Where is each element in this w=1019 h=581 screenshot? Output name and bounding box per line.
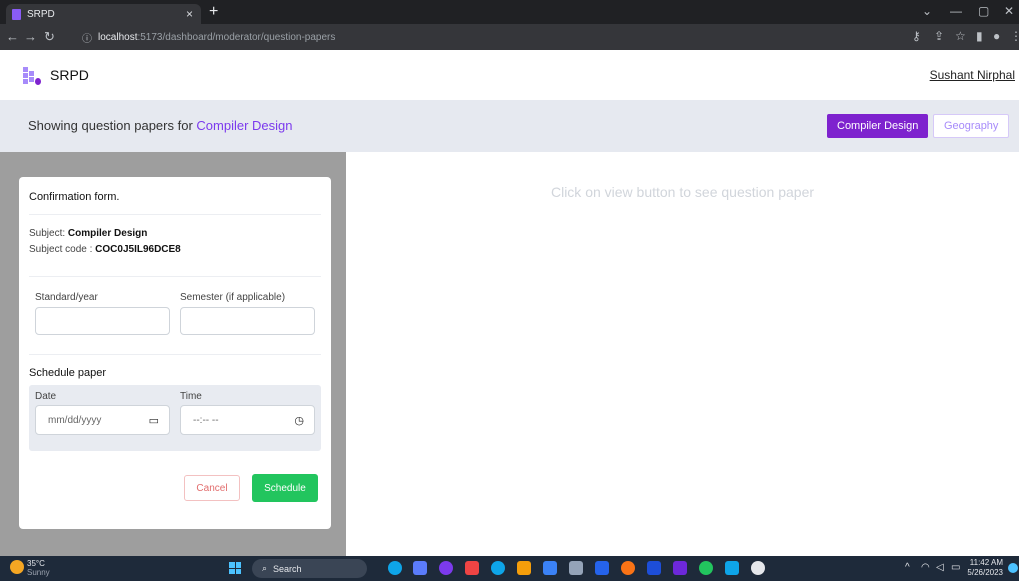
star-icon[interactable]: ☆ xyxy=(955,29,966,43)
back-icon[interactable]: ← xyxy=(6,29,19,44)
edge-icon[interactable] xyxy=(491,561,505,575)
chevron-up-icon[interactable]: ^ xyxy=(905,562,910,573)
tab-title: SRPD xyxy=(27,8,55,20)
browser-tab[interactable]: SRPD × xyxy=(6,4,201,24)
standard-label: Standard/year xyxy=(35,292,98,303)
clock-icon[interactable]: ◷ xyxy=(294,414,304,427)
calendar-icon[interactable]: ▭ xyxy=(149,414,159,427)
taskbar-clock[interactable]: 11:42 AM 5/26/2023 xyxy=(963,558,1003,578)
schedule-title: Schedule paper xyxy=(29,367,107,379)
windows-start-icon[interactable] xyxy=(229,562,241,574)
search-label: Search xyxy=(273,563,302,574)
viewer-placeholder-message: Click on view button to see question pap… xyxy=(550,184,815,200)
reload-icon[interactable]: ↻ xyxy=(44,29,55,45)
app-header: SRPD Sushant Nirphal xyxy=(0,50,1019,100)
address-bar: ← → ↻ ⓘ localhost:5173/dashboard/moderat… xyxy=(0,24,1019,50)
logo-icon xyxy=(23,67,41,85)
profile-icon[interactable]: ● xyxy=(993,29,1000,43)
user-name-link[interactable]: Sushant Nirphal xyxy=(930,68,1015,82)
weather-widget[interactable]: 35°C Sunny xyxy=(27,559,50,577)
clock-date: 5/26/2023 xyxy=(967,568,1003,577)
tab-search-icon[interactable]: ⌄ xyxy=(922,4,932,18)
onenote-icon[interactable] xyxy=(673,561,687,575)
weather-condition: Sunny xyxy=(27,568,50,577)
favicon-icon xyxy=(12,8,21,20)
url-path: :5173/dashboard/moderator/question-paper… xyxy=(137,31,336,43)
sidepanel-icon[interactable]: ▮ xyxy=(976,29,983,43)
whatsapp-icon[interactable] xyxy=(699,561,713,575)
browser-tab-bar: SRPD × + ⌄ — ▢ ✕ xyxy=(0,0,1019,24)
divider xyxy=(29,214,321,215)
brand-name: SRPD xyxy=(50,67,89,83)
subject-code-label: Subject code : xyxy=(29,244,93,255)
url-host: localhost xyxy=(98,31,138,43)
share-icon[interactable]: ⇪ xyxy=(934,29,944,43)
subject-info: Subject: Compiler Design xyxy=(29,228,147,239)
subject-label: Subject: xyxy=(29,228,66,239)
divider xyxy=(29,354,321,355)
subject-code-value: COC0J5IL96DCE8 xyxy=(95,244,181,255)
os-taskbar: 35°C Sunny ⌕ Search ^ ◠ ◁ ▭ 11:42 AM 5/2… xyxy=(0,556,1019,581)
menu-icon[interactable]: ⋮ xyxy=(1010,29,1019,43)
app-icon-2[interactable] xyxy=(413,561,427,575)
minimize-icon[interactable]: — xyxy=(950,4,962,18)
store-icon[interactable] xyxy=(569,561,583,575)
subject-bar: Showing question papers for Compiler Des… xyxy=(0,100,1019,152)
vscode-icon[interactable] xyxy=(595,561,609,575)
app-icon-3[interactable] xyxy=(439,561,453,575)
volume-icon[interactable]: ◁ xyxy=(936,562,944,573)
chrome-icon[interactable] xyxy=(621,561,635,575)
schedule-box: Date mm/dd/yyyy ▭ Time --:-- -- ◷ xyxy=(29,385,321,451)
notification-icon[interactable] xyxy=(1008,563,1018,573)
brave-icon[interactable] xyxy=(465,561,479,575)
clock-time: 11:42 AM xyxy=(969,558,1003,567)
notes-icon[interactable] xyxy=(543,561,557,575)
semester-input[interactable] xyxy=(180,307,315,335)
semester-label: Semester (if applicable) xyxy=(180,292,286,303)
subject-button-geography[interactable]: Geography xyxy=(933,114,1010,138)
subject-heading-prefix: Showing question papers for xyxy=(28,118,193,133)
restore-icon[interactable]: ▢ xyxy=(978,4,989,18)
time-input[interactable]: --:-- -- ◷ xyxy=(180,405,315,435)
cancel-button[interactable]: Cancel xyxy=(184,475,240,501)
left-panel: Confirmation form. Subject: Compiler Des… xyxy=(0,152,346,556)
wifi-icon[interactable]: ◠ xyxy=(921,562,930,573)
window-close-icon[interactable]: ✕ xyxy=(1004,4,1014,18)
date-label: Date xyxy=(35,391,57,402)
time-placeholder: --:-- -- xyxy=(193,414,219,426)
date-input[interactable]: mm/dd/yyyy ▭ xyxy=(35,405,170,435)
battery-icon[interactable]: ▭ xyxy=(951,562,960,573)
schedule-button[interactable]: Schedule xyxy=(252,474,318,502)
app-icon-5[interactable] xyxy=(751,561,765,575)
word-icon[interactable] xyxy=(647,561,661,575)
taskbar-search[interactable]: ⌕ Search xyxy=(252,559,367,578)
subject-code-info: Subject code : COC0J5IL96DCE8 xyxy=(29,244,181,255)
key-icon[interactable]: ⚷ xyxy=(912,29,921,43)
subject-value: Compiler Design xyxy=(67,228,148,239)
date-placeholder: mm/dd/yyyy xyxy=(48,414,102,426)
sun-icon[interactable] xyxy=(10,560,24,574)
standard-input[interactable] xyxy=(35,307,170,335)
forward-icon[interactable]: → xyxy=(24,29,37,44)
time-label: Time xyxy=(180,391,202,402)
confirmation-form: Confirmation form. Subject: Compiler Des… xyxy=(19,177,331,529)
current-subject: Compiler Design xyxy=(196,118,293,133)
subject-button-compiler-design[interactable]: Compiler Design xyxy=(827,114,929,138)
app-icon-4[interactable] xyxy=(725,561,739,575)
search-icon: ⌕ xyxy=(262,563,268,573)
url-field[interactable]: ⓘ localhost:5173/dashboard/moderator/que… xyxy=(82,28,902,46)
new-tab-icon[interactable]: + xyxy=(209,3,218,21)
divider xyxy=(29,276,321,277)
app-icon-1[interactable] xyxy=(388,561,402,575)
subject-heading: Showing question papers for Compiler Des… xyxy=(28,118,293,133)
close-tab-icon[interactable]: × xyxy=(186,7,193,21)
folder-icon[interactable] xyxy=(517,561,531,575)
info-icon[interactable]: ⓘ xyxy=(82,30,92,45)
weather-temp: 35°C xyxy=(27,559,45,568)
form-title: Confirmation form. xyxy=(29,191,120,203)
